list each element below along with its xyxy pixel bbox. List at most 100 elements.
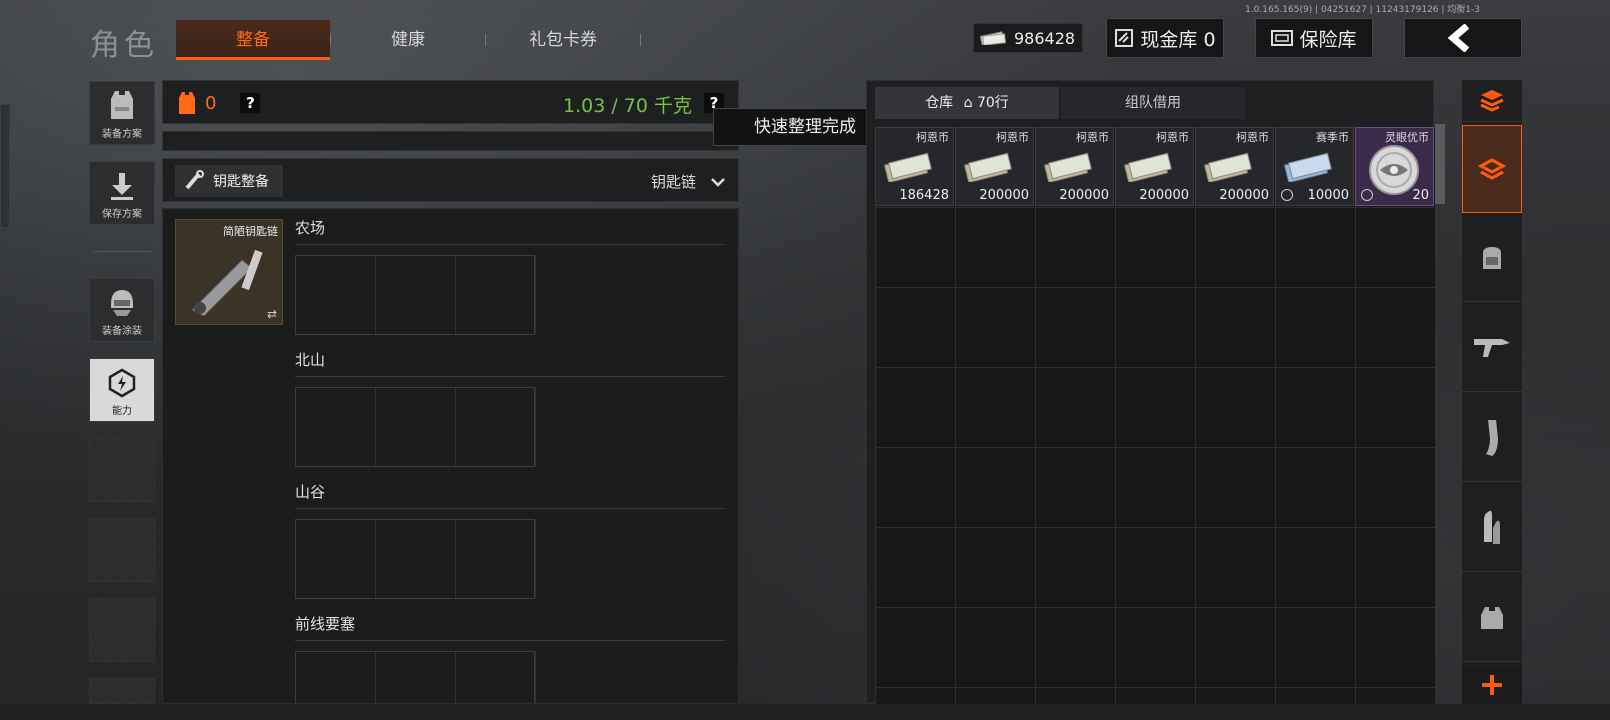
- bottom-strip: [0, 704, 1610, 720]
- zone-title: 农场: [295, 217, 725, 245]
- key-slots[interactable]: [295, 255, 536, 335]
- category-magazines[interactable]: [1462, 394, 1522, 482]
- warehouse-tab-label: 仓库: [925, 95, 954, 111]
- cash-stack-icon: [1044, 152, 1092, 182]
- sidebar-divider: [93, 251, 151, 252]
- keychain-item[interactable]: 简陋钥匙链 ⇄: [175, 219, 283, 325]
- safe-vault-button[interactable]: 保险库: [1255, 18, 1373, 58]
- season-coin-stack-icon: [1284, 152, 1332, 182]
- item-name: 赛季币: [1316, 131, 1349, 144]
- keychain-label: 简陋钥匙链: [223, 225, 278, 238]
- swap-icon[interactable]: ⇄: [267, 307, 277, 321]
- loadout-plan-button[interactable]: 装备方案: [89, 81, 155, 145]
- item-quantity: 200000: [1219, 188, 1269, 203]
- keychain-icon: [191, 249, 263, 317]
- item-quantity: 20: [1412, 188, 1429, 203]
- category-backpack[interactable]: [1462, 214, 1522, 302]
- category-armor[interactable]: [1462, 574, 1522, 662]
- keychain-dropdown[interactable]: 钥匙链: [651, 171, 726, 192]
- warehouse-item[interactable]: 灵眼优币 20: [1355, 127, 1434, 206]
- category-all[interactable]: [1462, 80, 1522, 122]
- tab-team-borrow[interactable]: 组队借用: [1061, 87, 1245, 119]
- cash-vault-icon: [1115, 29, 1134, 47]
- plus-icon: [1482, 675, 1502, 695]
- category-warehouse[interactable]: [1462, 125, 1522, 213]
- money-amount: 986428: [1014, 28, 1076, 48]
- warehouse-item[interactable]: 柯恩币 200000: [955, 127, 1034, 206]
- item-quantity: 186428: [899, 188, 949, 203]
- key-slots[interactable]: [295, 519, 536, 599]
- item-name: 柯恩币: [996, 131, 1029, 144]
- item-name: 柯恩币: [1236, 131, 1269, 144]
- add-category-button[interactable]: [1462, 666, 1522, 704]
- tab-loadout[interactable]: 整备: [176, 20, 330, 60]
- save-plan-button[interactable]: 保存方案: [89, 161, 155, 225]
- warehouse-rows: 70行: [976, 95, 1009, 111]
- cash-vault-button[interactable]: 现金库 0: [1106, 18, 1224, 58]
- warehouse-item[interactable]: 柯恩币 200000: [1035, 127, 1114, 206]
- equipment-skin-button[interactable]: 装备涂装: [89, 278, 155, 342]
- key-loadout-tab[interactable]: 钥匙整备: [175, 165, 283, 197]
- weight-value: 1.03 / 70 千克: [562, 95, 692, 117]
- warehouse-panel: 仓库 ⌂ 70行 组队借用 柯恩币 186428 柯恩币 200000 柯恩币 …: [866, 80, 1435, 705]
- cash-stack-icon: [1124, 152, 1172, 182]
- key-slots[interactable]: [295, 651, 536, 703]
- vest-icon: [179, 92, 195, 114]
- safe-vault-label: 保险库: [1299, 28, 1357, 51]
- zone-farm: 农场: [295, 217, 725, 335]
- warehouse-tabs: 仓库 ⌂ 70行 组队借用: [875, 87, 1247, 119]
- vest-count-value: 0: [205, 92, 217, 114]
- sidebar-item-label: 装备涂装: [102, 326, 142, 337]
- tab-warehouse[interactable]: 仓库 ⌂ 70行: [875, 87, 1059, 119]
- key-header: 钥匙整备 钥匙链: [162, 158, 739, 202]
- vest-icon: [111, 91, 133, 119]
- sidebar-item-label: 能力: [112, 406, 132, 417]
- top-bar: 角色 整备 健康 礼包卡券 986428 现金库 0 保险库: [0, 0, 1610, 68]
- warehouse-item[interactable]: 柯恩币 200000: [1115, 127, 1194, 206]
- ability-icon: [108, 368, 136, 398]
- back-button[interactable]: [1404, 18, 1522, 58]
- money-display: 986428: [973, 23, 1083, 53]
- cash-stack-icon: [1204, 152, 1252, 182]
- keychain-dropdown-label: 钥匙链: [650, 173, 696, 191]
- ability-button[interactable]: 能力: [89, 358, 155, 422]
- chevron-left-icon: [1447, 24, 1470, 52]
- warehouse-scrollbar[interactable]: [1435, 124, 1445, 204]
- tab-gift-cards[interactable]: 礼包卡券: [486, 20, 640, 60]
- gear-strip: [162, 131, 739, 151]
- tab-divider: [640, 34, 641, 46]
- warehouse-item[interactable]: 柯恩币 200000: [1195, 127, 1274, 206]
- key-loadout-label: 钥匙整备: [213, 174, 269, 190]
- item-name: 柯恩币: [1076, 131, 1109, 144]
- zone-title: 北山: [295, 349, 725, 377]
- item-quantity: 10000: [1307, 188, 1349, 203]
- category-ammo[interactable]: [1462, 484, 1522, 572]
- helmet-icon: [111, 290, 133, 316]
- download-icon: [111, 173, 133, 200]
- home-icon: ⌂: [963, 95, 973, 111]
- tab-health[interactable]: 健康: [331, 20, 485, 60]
- warehouse-item[interactable]: 柯恩币 186428: [875, 127, 954, 206]
- left-edge-handle[interactable]: [0, 104, 10, 228]
- warehouse-item[interactable]: 赛季币 10000: [1275, 127, 1354, 206]
- warehouse-grid[interactable]: [875, 127, 1435, 705]
- safe-icon: [1271, 30, 1294, 46]
- zone-title: 山谷: [295, 481, 725, 509]
- zone-frontline-fortress: 前线要塞: [295, 613, 725, 703]
- warehouse-icon: [1478, 158, 1506, 180]
- help-icon[interactable]: ?: [240, 93, 261, 113]
- ammo-icon: [1484, 510, 1500, 544]
- zone-valley: 山谷: [295, 481, 725, 599]
- zone-north-mountain: 北山: [295, 349, 725, 467]
- key-icon: [185, 170, 204, 190]
- vest-count: 0 ?: [177, 91, 261, 115]
- zone-title: 前线要塞: [295, 613, 725, 641]
- gear-summary-bar: 0 ? 1.03 / 70 千克 ?: [162, 80, 739, 124]
- key-slots[interactable]: [295, 387, 536, 467]
- category-weapons[interactable]: [1462, 304, 1522, 392]
- cash-vault-label: 现金库 0: [1140, 28, 1216, 51]
- magazine-icon: [1486, 419, 1498, 456]
- empty-slot: [89, 598, 155, 662]
- main-tabs: 整备 健康 礼包卡券: [176, 20, 641, 60]
- cash-stack-icon: [964, 152, 1012, 182]
